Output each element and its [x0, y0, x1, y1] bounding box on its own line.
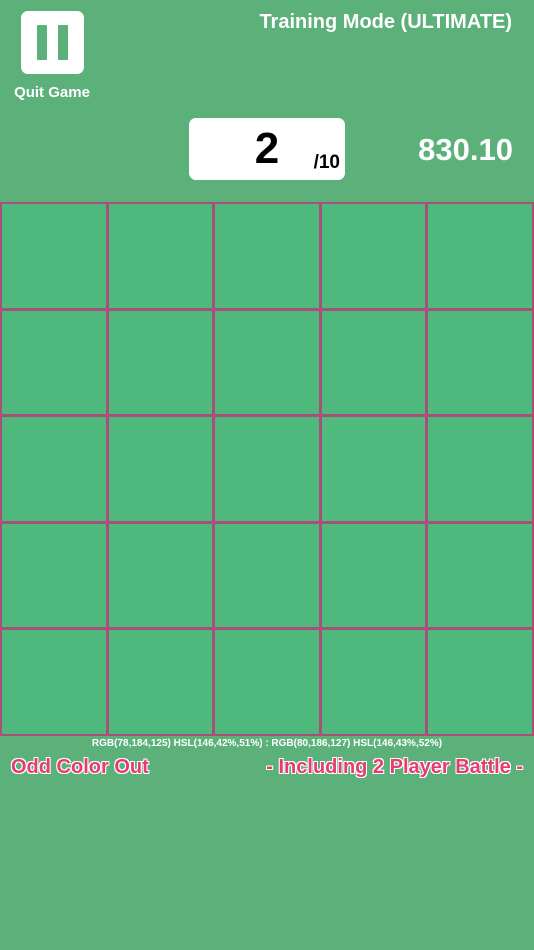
grid-tile[interactable] — [428, 204, 532, 308]
grid-tile[interactable] — [2, 204, 106, 308]
two-player-banner: - Including 2 Player Battle - — [266, 756, 523, 778]
level-counter: 2 /10 — [189, 118, 345, 180]
grid-tile[interactable] — [215, 630, 319, 734]
grid-tile[interactable] — [321, 204, 426, 308]
grid-tile[interactable] — [108, 310, 213, 415]
grid-tile[interactable] — [108, 523, 213, 628]
grid-tile[interactable] — [2, 417, 106, 521]
grid-tile[interactable] — [321, 630, 426, 734]
grid-tile[interactable] — [428, 630, 532, 734]
pause-icon — [37, 25, 47, 60]
grid-tile-odd[interactable] — [321, 417, 426, 521]
level-total: /10 — [313, 152, 340, 173]
grid-tile[interactable] — [428, 523, 532, 628]
grid-tile[interactable] — [215, 523, 319, 628]
color-grid — [0, 202, 534, 736]
score-display: 830.10 — [418, 132, 513, 167]
color-info-readout: RGB(78,184,125) HSL(146,42%,51%) : RGB(8… — [91, 738, 443, 749]
pause-button[interactable] — [21, 11, 84, 74]
grid-tile[interactable] — [2, 310, 106, 415]
grid-tile[interactable] — [428, 310, 532, 415]
grid-tile[interactable] — [215, 204, 319, 308]
mode-title: Training Mode (ULTIMATE) — [259, 11, 512, 33]
game-title-banner: Odd Color Out — [11, 756, 149, 778]
grid-tile[interactable] — [215, 417, 319, 521]
grid-tile[interactable] — [321, 523, 426, 628]
quit-game-label[interactable]: Quit Game — [0, 84, 104, 101]
grid-tile[interactable] — [2, 630, 106, 734]
grid-tile[interactable] — [2, 523, 106, 628]
grid-tile[interactable] — [321, 310, 426, 415]
grid-tile[interactable] — [108, 630, 213, 734]
grid-tile[interactable] — [108, 417, 213, 521]
pause-icon-bar — [58, 25, 68, 60]
grid-tile[interactable] — [428, 417, 532, 521]
grid-tile[interactable] — [215, 310, 319, 415]
grid-tile[interactable] — [108, 204, 213, 308]
